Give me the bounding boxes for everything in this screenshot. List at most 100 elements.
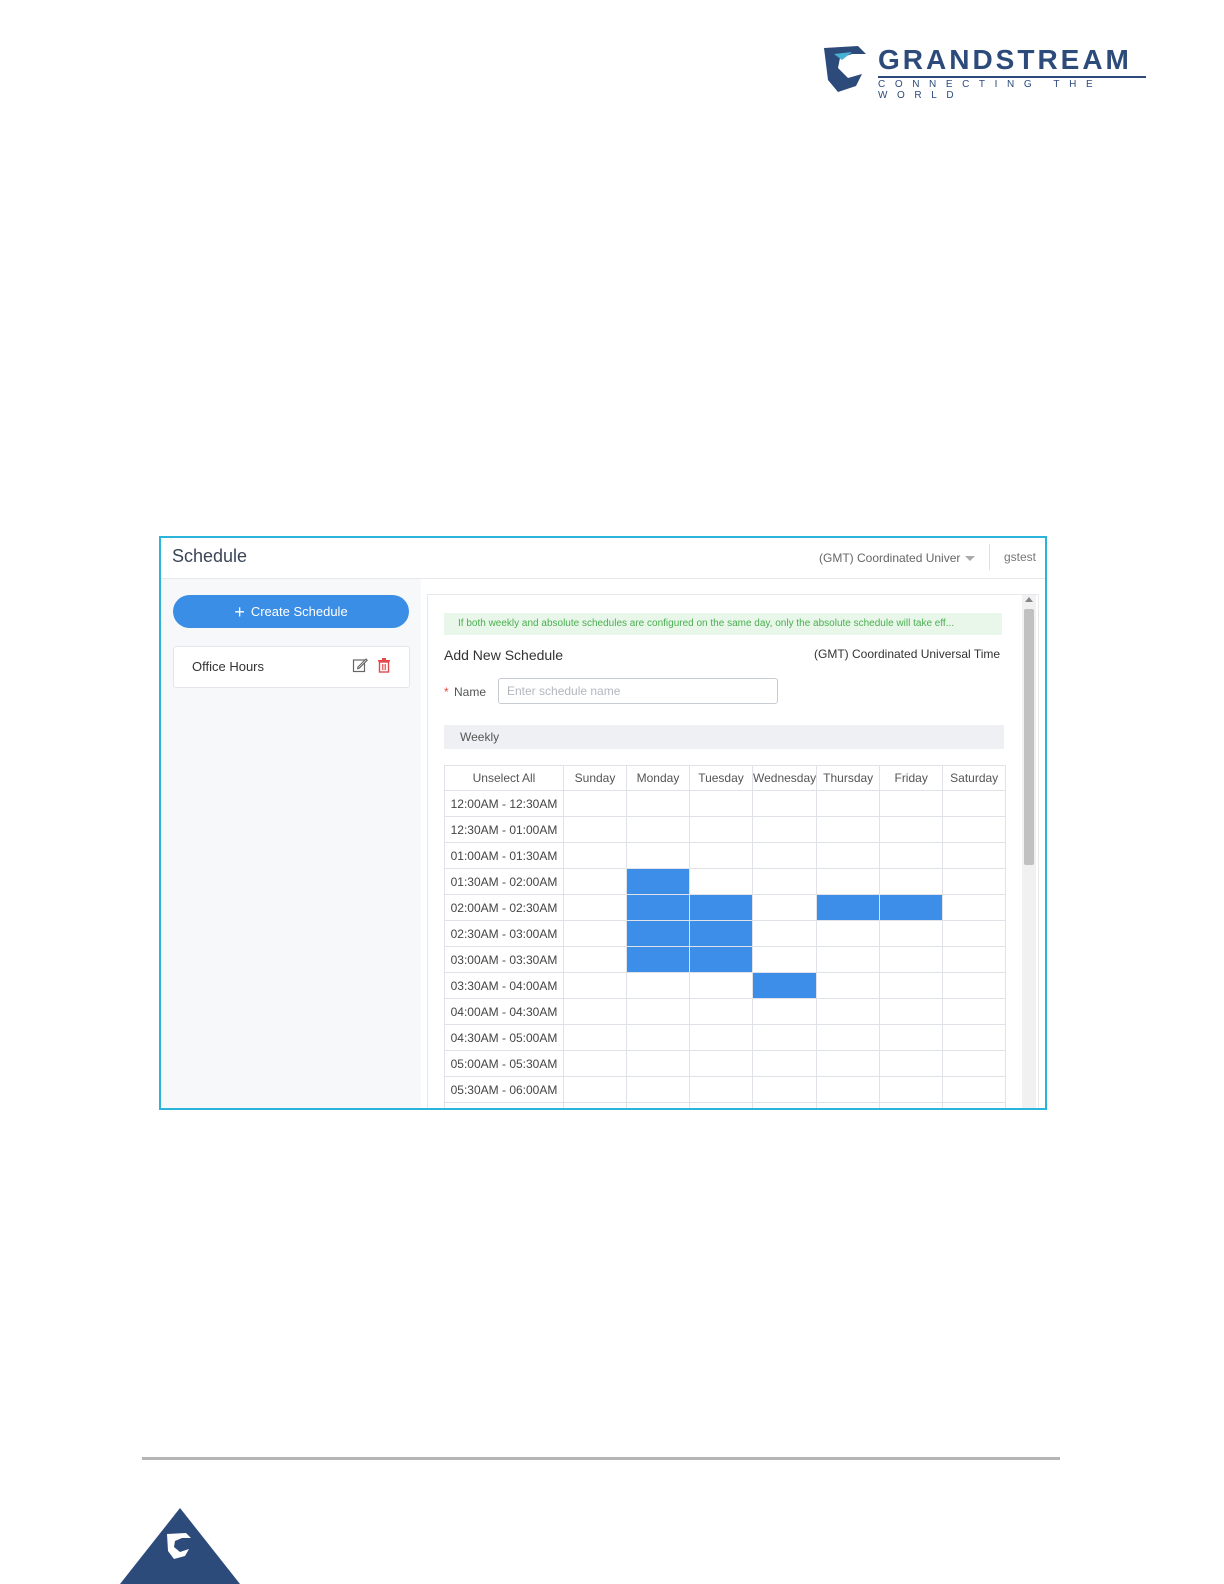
day-header-sunday[interactable]: Sunday (563, 765, 627, 791)
schedule-cell-tuesday[interactable] (689, 1102, 753, 1108)
schedule-cell-wednesday[interactable] (751, 816, 818, 843)
schedule-cell-friday[interactable] (879, 842, 944, 869)
schedule-cell-friday[interactable] (879, 946, 944, 973)
create-schedule-button[interactable]: + Create Schedule (173, 595, 409, 628)
schedule-cell-thursday[interactable] (816, 894, 881, 921)
schedule-cell-tuesday[interactable] (689, 868, 753, 895)
unselect-all-link[interactable]: Unselect All (444, 765, 564, 791)
schedule-cell-wednesday[interactable] (751, 868, 818, 895)
schedule-cell-saturday[interactable] (942, 1102, 1007, 1108)
schedule-cell-wednesday[interactable] (751, 1050, 818, 1077)
schedule-cell-monday[interactable] (626, 946, 690, 973)
schedule-cell-tuesday[interactable] (689, 1050, 753, 1077)
schedule-cell-sunday[interactable] (563, 1102, 627, 1108)
schedule-cell-saturday[interactable] (942, 868, 1007, 895)
schedule-cell-thursday[interactable] (816, 920, 881, 947)
schedule-cell-sunday[interactable] (563, 842, 627, 869)
schedule-cell-tuesday[interactable] (689, 920, 753, 947)
schedule-cell-wednesday[interactable] (751, 1076, 818, 1103)
schedule-cell-friday[interactable] (879, 894, 944, 921)
schedule-cell-thursday[interactable] (816, 1050, 881, 1077)
schedule-cell-thursday[interactable] (816, 1076, 881, 1103)
schedule-list-item[interactable]: Office Hours (173, 646, 410, 688)
schedule-cell-monday[interactable] (626, 1076, 690, 1103)
schedule-cell-friday[interactable] (879, 1076, 944, 1103)
time-slot-label[interactable] (444, 1102, 564, 1108)
schedule-cell-saturday[interactable] (942, 1076, 1007, 1103)
day-header-thursday[interactable]: Thursday (816, 765, 881, 791)
schedule-cell-sunday[interactable] (563, 946, 627, 973)
schedule-cell-monday[interactable] (626, 1102, 690, 1108)
schedule-cell-tuesday[interactable] (689, 946, 753, 973)
schedule-cell-wednesday[interactable] (751, 946, 818, 973)
day-header-monday[interactable]: Monday (626, 765, 690, 791)
schedule-cell-friday[interactable] (879, 816, 944, 843)
schedule-cell-friday[interactable] (879, 1024, 944, 1051)
schedule-cell-saturday[interactable] (942, 894, 1007, 921)
schedule-cell-sunday[interactable] (563, 868, 627, 895)
scrollbar[interactable] (1022, 595, 1036, 1108)
time-slot-label[interactable]: 03:30AM - 04:00AM (444, 972, 564, 999)
time-slot-label[interactable]: 12:00AM - 12:30AM (444, 790, 564, 817)
schedule-cell-sunday[interactable] (563, 816, 627, 843)
schedule-cell-sunday[interactable] (563, 1050, 627, 1077)
schedule-cell-thursday[interactable] (816, 1024, 881, 1051)
schedule-cell-thursday[interactable] (816, 842, 881, 869)
time-slot-label[interactable]: 04:00AM - 04:30AM (444, 998, 564, 1025)
schedule-cell-saturday[interactable] (942, 842, 1007, 869)
schedule-cell-friday[interactable] (879, 972, 944, 999)
schedule-cell-monday[interactable] (626, 842, 690, 869)
schedule-cell-tuesday[interactable] (689, 972, 753, 999)
time-slot-label[interactable]: 02:30AM - 03:00AM (444, 920, 564, 947)
schedule-cell-wednesday[interactable] (751, 842, 818, 869)
schedule-cell-thursday[interactable] (816, 1102, 881, 1108)
schedule-cell-sunday[interactable] (563, 920, 627, 947)
chevron-down-icon[interactable] (965, 556, 975, 561)
schedule-cell-sunday[interactable] (563, 1024, 627, 1051)
schedule-cell-monday[interactable] (626, 868, 690, 895)
schedule-cell-friday[interactable] (879, 998, 944, 1025)
schedule-cell-tuesday[interactable] (689, 894, 753, 921)
time-slot-label[interactable]: 04:30AM - 05:00AM (444, 1024, 564, 1051)
schedule-cell-thursday[interactable] (816, 998, 881, 1025)
scrollbar-thumb[interactable] (1024, 609, 1034, 865)
schedule-cell-thursday[interactable] (816, 816, 881, 843)
scroll-up-arrow-icon[interactable] (1025, 597, 1033, 602)
schedule-cell-friday[interactable] (879, 790, 944, 817)
schedule-cell-saturday[interactable] (942, 946, 1007, 973)
schedule-cell-wednesday[interactable] (751, 1102, 818, 1108)
schedule-cell-tuesday[interactable] (689, 1076, 753, 1103)
schedule-cell-monday[interactable] (626, 998, 690, 1025)
time-slot-label[interactable]: 02:00AM - 02:30AM (444, 894, 564, 921)
schedule-cell-monday[interactable] (626, 1050, 690, 1077)
time-slot-label[interactable]: 05:30AM - 06:00AM (444, 1076, 564, 1103)
time-slot-label[interactable]: 12:30AM - 01:00AM (444, 816, 564, 843)
schedule-cell-friday[interactable] (879, 1050, 944, 1077)
schedule-cell-monday[interactable] (626, 920, 690, 947)
schedule-cell-wednesday[interactable] (751, 972, 818, 999)
schedule-cell-saturday[interactable] (942, 790, 1007, 817)
schedule-cell-monday[interactable] (626, 1024, 690, 1051)
schedule-cell-thursday[interactable] (816, 946, 881, 973)
schedule-cell-wednesday[interactable] (751, 920, 818, 947)
schedule-cell-monday[interactable] (626, 972, 690, 999)
schedule-cell-monday[interactable] (626, 894, 690, 921)
schedule-cell-thursday[interactable] (816, 868, 881, 895)
day-header-friday[interactable]: Friday (879, 765, 944, 791)
time-slot-label[interactable]: 01:30AM - 02:00AM (444, 868, 564, 895)
schedule-cell-saturday[interactable] (942, 816, 1007, 843)
schedule-cell-tuesday[interactable] (689, 1024, 753, 1051)
schedule-cell-tuesday[interactable] (689, 998, 753, 1025)
time-slot-label[interactable]: 01:00AM - 01:30AM (444, 842, 564, 869)
schedule-cell-saturday[interactable] (942, 1050, 1007, 1077)
schedule-cell-saturday[interactable] (942, 1024, 1007, 1051)
user-menu[interactable]: gstest (1004, 550, 1036, 564)
schedule-cell-sunday[interactable] (563, 894, 627, 921)
day-header-saturday[interactable]: Saturday (942, 765, 1007, 791)
schedule-cell-friday[interactable] (879, 920, 944, 947)
schedule-cell-sunday[interactable] (563, 790, 627, 817)
schedule-cell-saturday[interactable] (942, 920, 1007, 947)
schedule-cell-wednesday[interactable] (751, 894, 818, 921)
schedule-cell-saturday[interactable] (942, 998, 1007, 1025)
schedule-cell-thursday[interactable] (816, 790, 881, 817)
